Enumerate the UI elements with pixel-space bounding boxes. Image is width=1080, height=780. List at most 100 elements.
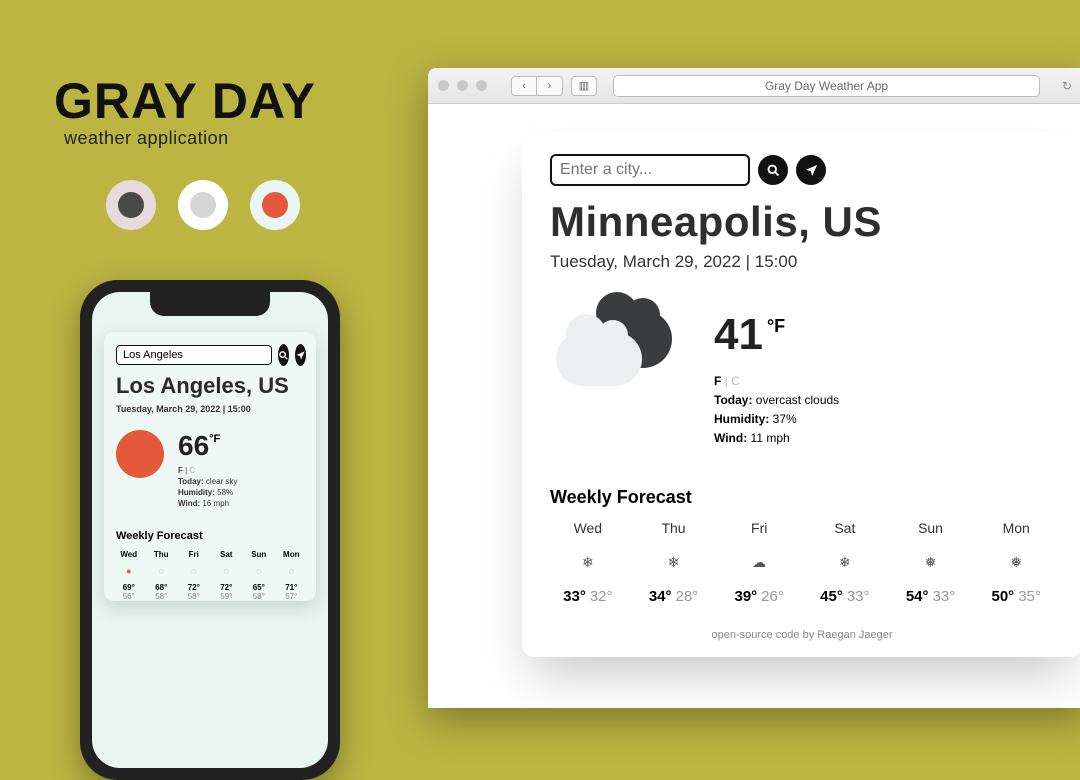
- location-arrow-icon: [804, 163, 819, 178]
- forecast-high: 50°: [992, 588, 1015, 605]
- reload-icon: ↻: [1062, 79, 1072, 93]
- forecast-icon: ☁: [721, 548, 797, 576]
- browser-reload-button[interactable]: ↻: [1056, 79, 1078, 93]
- phone-city: Los Angeles, US: [116, 374, 304, 398]
- weekly-forecast-label: Weekly Forecast: [550, 487, 1054, 508]
- forecast-icon: ●: [116, 564, 142, 578]
- location-arrow-icon: [295, 350, 306, 361]
- forecast-low: 58°: [253, 592, 265, 601]
- forecast-day: Sun❅54°33°: [893, 520, 969, 605]
- swatch-3[interactable]: [250, 180, 300, 230]
- locate-button[interactable]: [796, 155, 826, 185]
- traffic-light-min-icon[interactable]: [457, 80, 468, 91]
- phone-notch: [150, 292, 270, 316]
- forecast-icon: ◌: [181, 564, 207, 578]
- forecast-day: Thu ❄ 34°28°: [636, 520, 712, 605]
- forecast-icon: ❅: [978, 548, 1054, 576]
- phone-temp-unit: °F: [209, 433, 220, 445]
- forecast-day: Sat ❄ 45°33°: [807, 520, 883, 605]
- weather-card: Minneapolis, US Tuesday, March 29, 2022 …: [522, 132, 1080, 657]
- forecast-day-name: Mon: [279, 550, 305, 559]
- forecast-low: 33°: [847, 588, 870, 605]
- forecast-day-name: Wed: [550, 520, 626, 536]
- phone-search-input[interactable]: [116, 345, 272, 365]
- phone-temperature: 66: [178, 430, 209, 461]
- forecast-day: Mon ❅ 50°35°: [978, 520, 1054, 605]
- forecast-day-name: Sat: [214, 550, 240, 559]
- forecast-icon: ❄: [807, 548, 883, 576]
- humidity: Humidity: 37%: [714, 412, 839, 426]
- phone-weather-card: Los Angeles, US Tuesday, March 29, 2022 …: [104, 332, 316, 601]
- phone-forecast: Wed●69°56°Thu◌68°58°Fri◌72°58°Sat◌72°59°…: [116, 550, 304, 601]
- forecast-high: 72°: [188, 583, 200, 592]
- forecast-high: 65°: [253, 583, 265, 592]
- phone-forecast-day: Wed ● 69°56°: [116, 550, 142, 601]
- forecast-day-name: Sat: [807, 520, 883, 536]
- traffic-light-max-icon[interactable]: [476, 80, 487, 91]
- forecast-low: 28°: [676, 588, 699, 605]
- sidebar-icon: ▥: [579, 79, 589, 92]
- forecast-high: 54°: [906, 588, 929, 605]
- forecast-high: 72°: [220, 583, 232, 592]
- datetime: Tuesday, March 29, 2022 | 15:00: [550, 252, 1054, 272]
- forecast-day: Wed❄33°32°: [550, 520, 626, 605]
- phone-humidity: Humidity: 58%: [178, 488, 237, 497]
- today-condition: Today: overcast clouds: [714, 393, 839, 407]
- swatch-2-inner: [190, 192, 216, 218]
- phone-unit-toggle[interactable]: F | C: [178, 466, 237, 475]
- forecast-low: 33°: [933, 588, 956, 605]
- phone-wind: Wind: 16 mph: [178, 499, 237, 508]
- forecast-day-name: Thu: [636, 520, 712, 536]
- search-icon: [278, 350, 289, 361]
- hero-subtitle: weather application: [64, 128, 229, 149]
- forecast-day-name: Thu: [149, 550, 175, 559]
- sun-icon: [116, 430, 164, 478]
- hero-title: GRAY DAY: [54, 72, 316, 130]
- forecast-low: 58°: [155, 592, 167, 601]
- search-button[interactable]: [758, 155, 788, 185]
- credit-line: open-source code by Raegan Jaeger: [550, 629, 1054, 641]
- forecast-icon: ❄: [550, 548, 626, 576]
- unit-toggle[interactable]: F | C: [714, 374, 839, 388]
- city-search-input[interactable]: [550, 154, 750, 186]
- forecast-icon: ❅: [893, 548, 969, 576]
- search-icon: [766, 163, 781, 178]
- browser-forward-button[interactable]: ›: [537, 76, 563, 96]
- forecast-low: 56°: [123, 592, 135, 601]
- city-heading: Minneapolis, US: [550, 198, 1054, 246]
- forecast-high: 71°: [285, 583, 297, 592]
- temp-unit: °F: [767, 316, 785, 336]
- forecast-day-name: Wed: [116, 550, 142, 559]
- forecast-day-name: Mon: [978, 520, 1054, 536]
- open-source-link[interactable]: open-source code: [711, 629, 799, 641]
- traffic-light-close-icon[interactable]: [438, 80, 449, 91]
- browser-window: ‹ › ▥ Gray Day Weather App ↻ Minneapolis…: [428, 68, 1080, 708]
- forecast-high: 34°: [649, 588, 672, 605]
- forecast-day-name: Fri: [181, 550, 207, 559]
- swatch-3-inner: [262, 192, 288, 218]
- forecast-high: 69°: [123, 583, 135, 592]
- swatch-2[interactable]: [178, 180, 228, 230]
- phone-forecast-day: Mon◌71°57°: [279, 550, 305, 601]
- phone-forecast-day: Fri◌72°58°: [181, 550, 207, 601]
- forecast-low: 35°: [1018, 588, 1041, 605]
- weekly-forecast: Wed❄33°32°Thu❄34°28°Fri☁39°26°Sat❄45°33°…: [550, 520, 1054, 605]
- wind: Wind: 11 mph: [714, 431, 839, 445]
- browser-back-button[interactable]: ‹: [511, 76, 537, 96]
- browser-toolbar: ‹ › ▥ Gray Day Weather App ↻: [428, 68, 1080, 104]
- current-temperature: 41: [714, 310, 763, 359]
- forecast-high: 45°: [820, 588, 843, 605]
- forecast-high: 68°: [155, 583, 167, 592]
- overcast-clouds-icon: [550, 310, 680, 400]
- phone-datetime: Tuesday, March 29, 2022 | 15:00: [116, 404, 304, 414]
- phone-locate-button[interactable]: [295, 344, 306, 366]
- swatch-1[interactable]: [106, 180, 156, 230]
- forecast-day: Fri☁39°26°: [721, 520, 797, 605]
- browser-url-bar[interactable]: Gray Day Weather App: [613, 75, 1040, 97]
- forecast-low: 26°: [761, 588, 784, 605]
- phone-forecast-day: Thu◌68°58°: [149, 550, 175, 601]
- forecast-day-name: Sun: [246, 550, 272, 559]
- browser-sidebar-button[interactable]: ▥: [571, 76, 597, 96]
- phone-search-button[interactable]: [278, 344, 289, 366]
- forecast-icon: ❄: [636, 548, 712, 576]
